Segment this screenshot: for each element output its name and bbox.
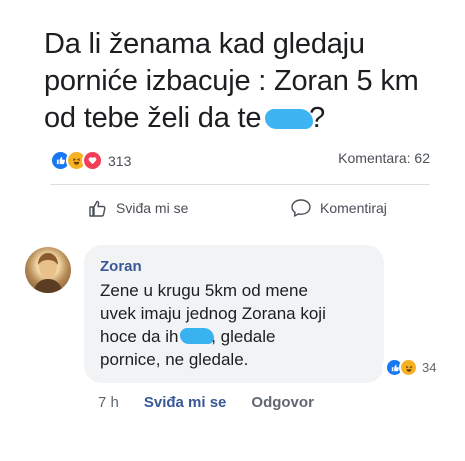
- comment-button[interactable]: Komentiraj: [290, 198, 387, 218]
- comment-reply-link[interactable]: Odgovor: [251, 394, 314, 411]
- censor-scribble: [265, 109, 314, 129]
- comment-like-link[interactable]: Sviđa mi se: [144, 394, 227, 411]
- post-line-2: porniće izbacuje : Zoran 5 km: [44, 65, 419, 97]
- post-text: Da li ženama kad gledaju porniće izbacuj…: [44, 26, 454, 137]
- like-button-label: Sviđa mi se: [116, 200, 189, 216]
- comment-line-2: uvek imaju jednog Zorana koji: [100, 304, 326, 323]
- comment-line-3-end: , gledale: [211, 327, 276, 346]
- post-line-3-end: ?: [309, 102, 326, 134]
- post-line-3: od tebe želi da te ?: [44, 100, 454, 137]
- comment-line-3-start: hoce da ih: [100, 327, 184, 346]
- comment-bubble-icon: [291, 199, 311, 217]
- reaction-summary[interactable]: 313: [50, 150, 131, 171]
- thumbs-up-icon: [89, 200, 106, 217]
- post-line-3-start: od tebe želi da te: [44, 102, 270, 134]
- divider: [50, 184, 430, 185]
- love-reaction-icon: [82, 150, 103, 171]
- censor-scribble: [180, 328, 215, 344]
- comment-author[interactable]: Zoran: [100, 258, 142, 275]
- comment-bubble: Zoran Zene u krugu 5km od mene uvek imaj…: [84, 245, 384, 383]
- haha-reaction-icon: [399, 358, 418, 377]
- comments-count[interactable]: Komentara: 62: [338, 150, 430, 166]
- comment-button-label: Komentiraj: [320, 200, 387, 216]
- comment-line-3: hoce da ih , gledale: [100, 325, 380, 348]
- comment-text: Zene u krugu 5km od mene uvek imaju jedn…: [100, 279, 380, 371]
- post-line-1: Da li ženama kad gledaju: [44, 28, 365, 60]
- like-button[interactable]: Sviđa mi se: [88, 198, 188, 218]
- comment-meta: 7 h Sviđa mi se Odgovor: [98, 394, 314, 411]
- reactions-count: 313: [108, 152, 132, 169]
- comment-reactions-count: 34: [422, 360, 437, 375]
- commenter-avatar[interactable]: [25, 247, 71, 293]
- post-stats: 313 Komentara: 62: [50, 150, 430, 172]
- comment-line-1: Zene u krugu 5km od mene: [100, 281, 308, 300]
- comment-reaction-summary[interactable]: 34: [382, 357, 440, 378]
- comment-timestamp[interactable]: 7 h: [98, 394, 119, 411]
- post-actions: Sviđa mi se Komentiraj: [50, 198, 430, 228]
- comment-line-4: pornice, ne gledale.: [100, 350, 249, 369]
